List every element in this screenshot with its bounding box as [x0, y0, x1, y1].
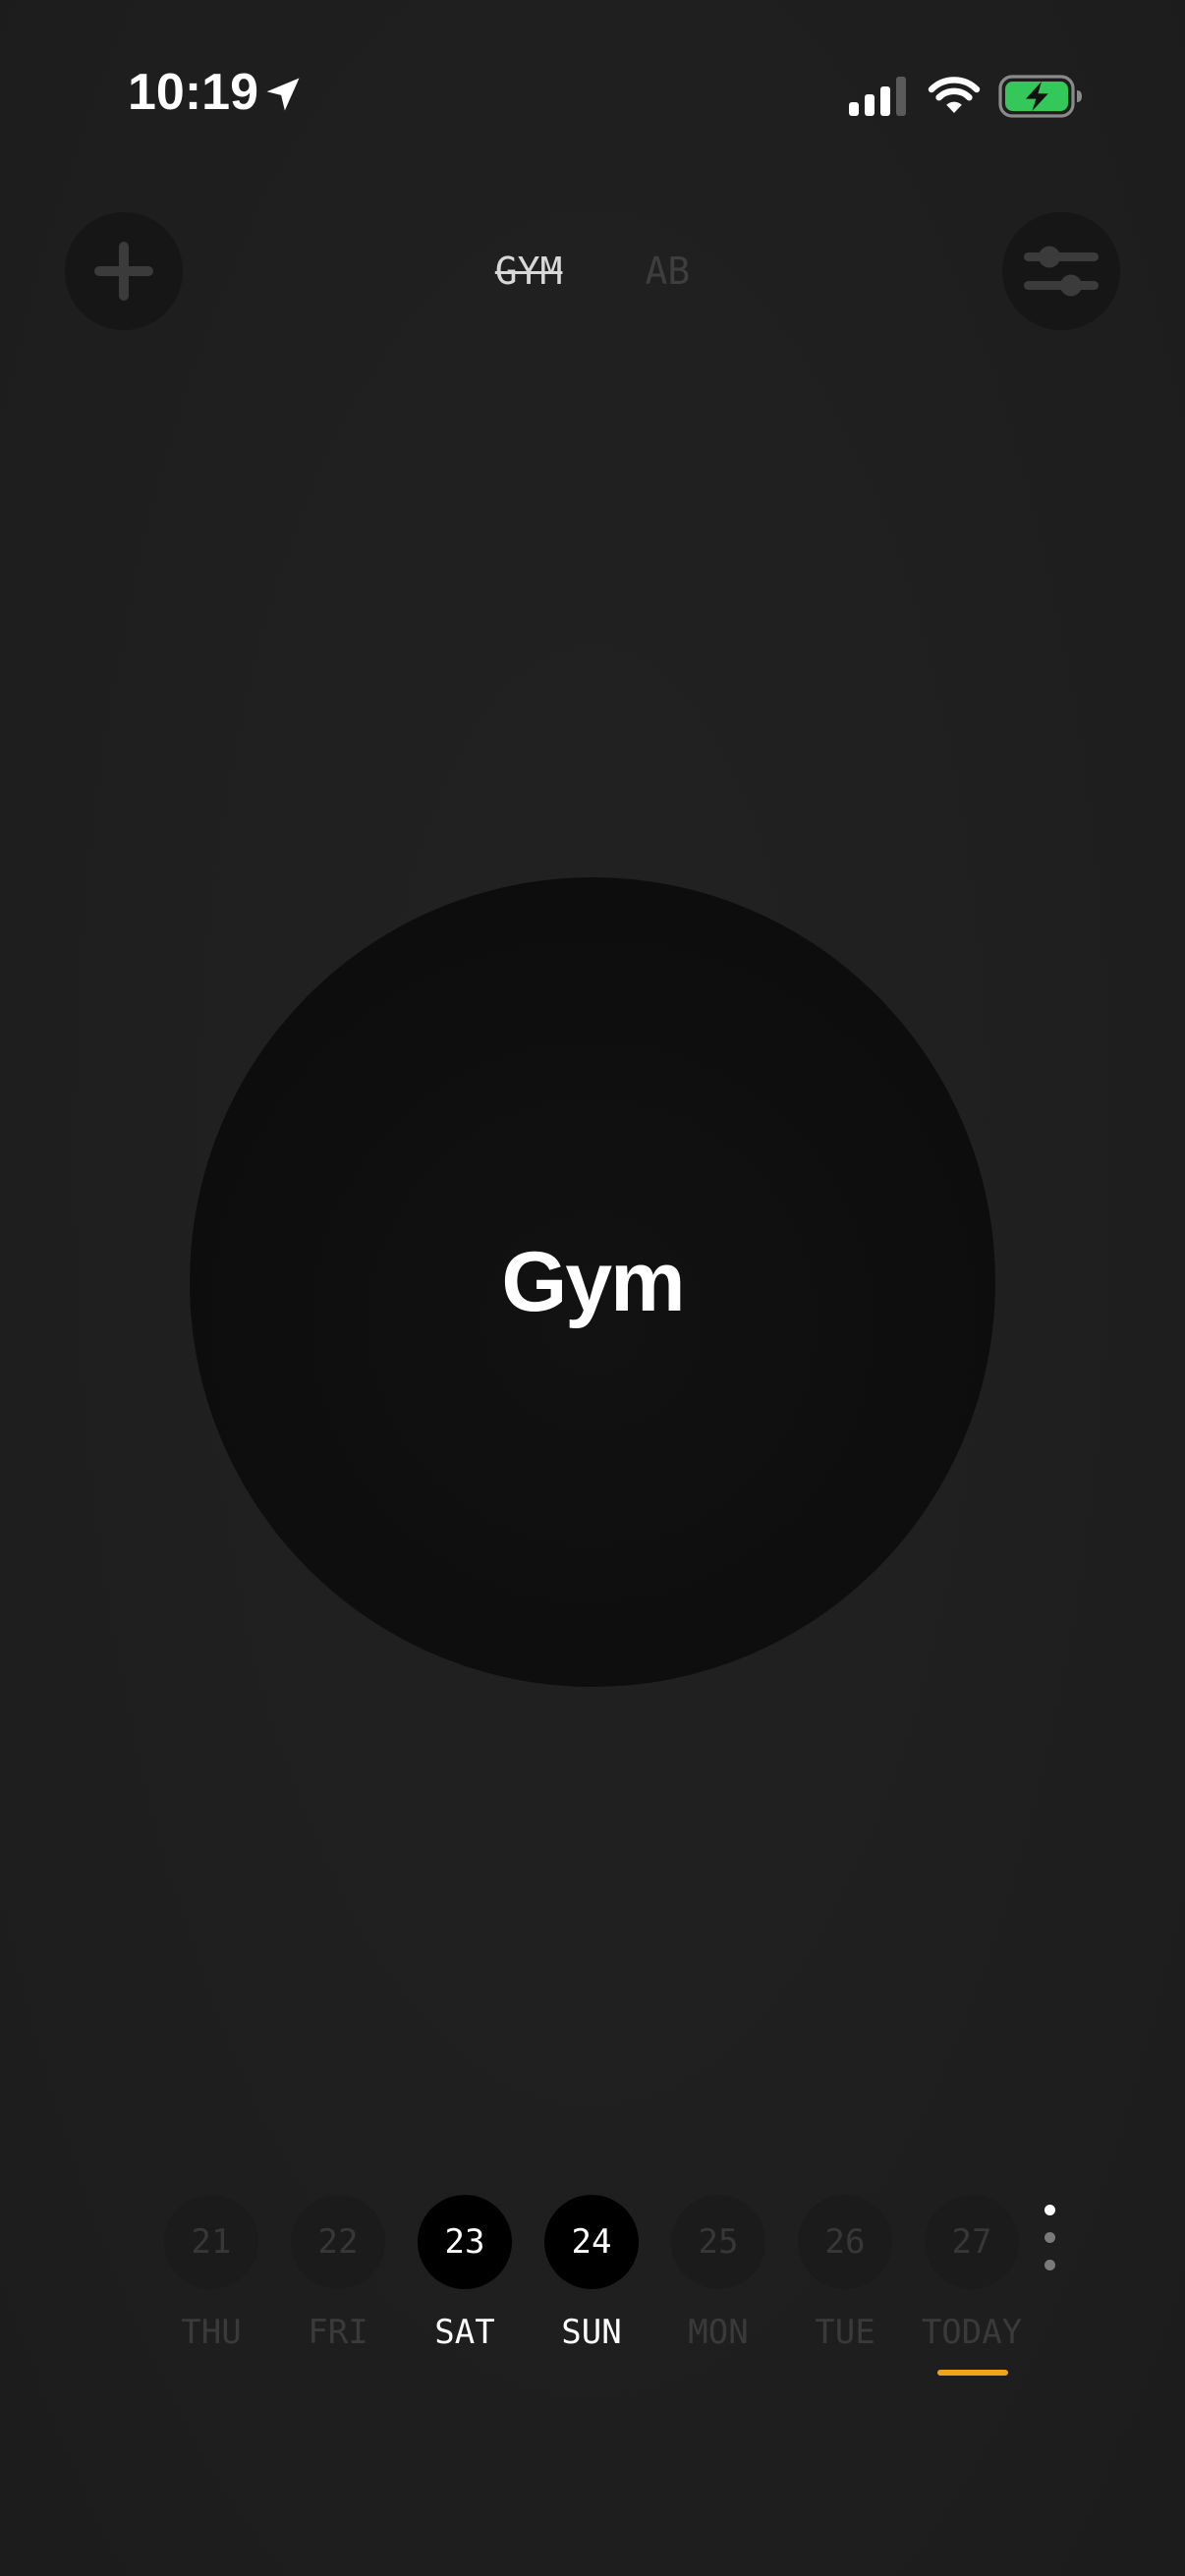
location-arrow-icon	[266, 78, 300, 111]
day-label: TODAY	[921, 2313, 1023, 2352]
today-indicator	[937, 2370, 1008, 2376]
day-label: SAT	[434, 2313, 495, 2352]
tab-gym[interactable]: GYM	[495, 242, 563, 301]
app-screen: 10:19 GYM AB Gym 21 THU 22 FRI 23 SAT 24…	[0, 0, 1185, 2576]
day-today[interactable]: 27 TODAY	[921, 2195, 1023, 2352]
battery-charging-icon	[998, 75, 1082, 118]
habit-name: Gym	[501, 1234, 685, 1329]
day-number: 24	[544, 2195, 639, 2289]
day-label: SUN	[561, 2313, 622, 2352]
day-tue[interactable]: 26 TUE	[796, 2195, 894, 2352]
sliders-icon	[1024, 246, 1099, 297]
day-number: 21	[164, 2195, 258, 2289]
day-mon[interactable]: 25 MON	[669, 2195, 767, 2352]
day-label: MON	[688, 2313, 749, 2352]
tab-ab[interactable]: AB	[645, 242, 690, 301]
day-number: 27	[925, 2195, 1019, 2289]
status-time: 10:19	[128, 64, 258, 121]
day-label: FRI	[308, 2313, 368, 2352]
settings-button[interactable]	[1002, 212, 1120, 330]
more-options-button[interactable]	[1036, 2201, 1065, 2279]
day-sat[interactable]: 23 SAT	[416, 2195, 514, 2352]
day-label: THU	[181, 2313, 242, 2352]
day-number: 26	[798, 2195, 892, 2289]
day-number: 22	[291, 2195, 385, 2289]
day-thu[interactable]: 21 THU	[162, 2195, 260, 2352]
day-number: 23	[418, 2195, 512, 2289]
day-sun[interactable]: 24 SUN	[542, 2195, 641, 2352]
day-fri[interactable]: 22 FRI	[289, 2195, 387, 2352]
habit-toggle-circle[interactable]: Gym	[190, 877, 995, 1687]
wifi-icon	[928, 77, 981, 113]
day-label: TUE	[815, 2313, 875, 2352]
cellular-signal-icon	[849, 77, 906, 116]
day-number: 25	[671, 2195, 765, 2289]
